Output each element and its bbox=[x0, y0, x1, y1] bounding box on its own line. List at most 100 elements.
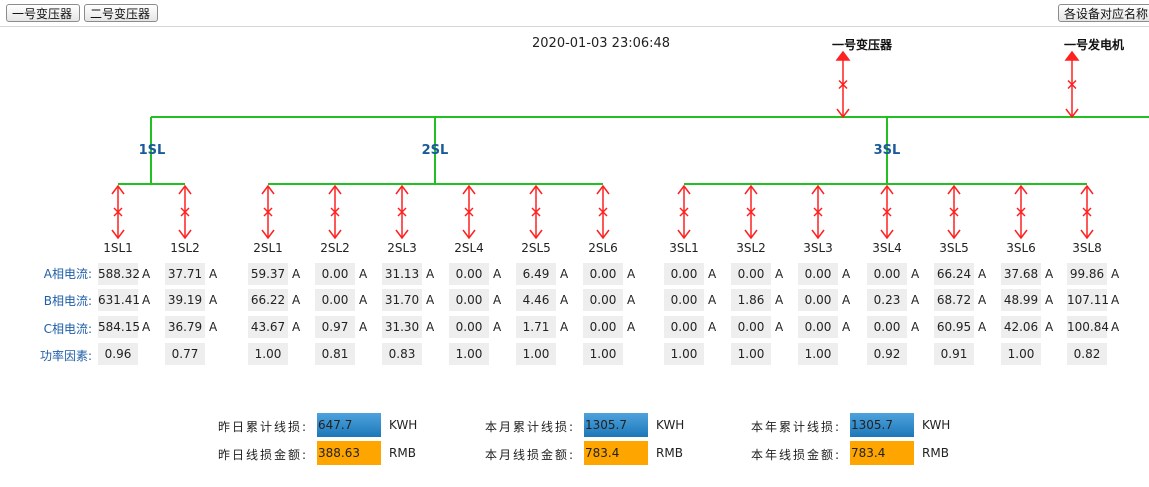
unit-3sl8-a: A bbox=[1111, 267, 1120, 281]
year-cost-unit: RMB bbox=[922, 446, 949, 460]
yesterday-cost-unit: RMB bbox=[389, 446, 416, 460]
cell-3sl8-a: 99.86 bbox=[1067, 263, 1107, 285]
cell-3sl1-pf: 1.00 bbox=[664, 343, 704, 365]
feeder-switch-3sl2[interactable] bbox=[744, 184, 758, 240]
device-names-button[interactable]: 各设备对应名称 bbox=[1058, 4, 1149, 22]
cell-2sl4-pf: 1.00 bbox=[449, 343, 489, 365]
cell-3sl2-pf: 1.00 bbox=[731, 343, 771, 365]
feeder-label-2sl1: 2SL1 bbox=[253, 241, 283, 255]
yesterday-loss-unit: KWH bbox=[389, 418, 418, 432]
cell-2sl5-a: 6.49 bbox=[516, 263, 556, 285]
cell-3sl8-pf: 0.82 bbox=[1067, 343, 1107, 365]
transformer-breaker-switch[interactable] bbox=[835, 50, 851, 119]
month-loss-label: 本月累计线损: bbox=[484, 420, 575, 434]
cell-3sl4-c: 0.00 bbox=[867, 316, 907, 338]
unit-1sl2-a: A bbox=[209, 267, 218, 281]
cell-3sl5-a: 66.24 bbox=[934, 263, 974, 285]
feeder-label-3sl2: 3SL2 bbox=[736, 241, 766, 255]
feeder-label-2sl4: 2SL4 bbox=[454, 241, 484, 255]
unit-2sl5-b: A bbox=[560, 293, 569, 307]
unit-3sl5-a: A bbox=[978, 267, 987, 281]
feeder-switch-2sl5[interactable] bbox=[529, 184, 543, 240]
yesterday-loss-value: 647.7 bbox=[317, 413, 381, 437]
cell-2sl2-b: 0.00 bbox=[315, 289, 355, 311]
cell-2sl3-b: 31.70 bbox=[382, 289, 422, 311]
feeder-switch-2sl2[interactable] bbox=[328, 184, 342, 240]
unit-3sl2-a: A bbox=[775, 267, 784, 281]
unit-2sl3-b: A bbox=[426, 293, 435, 307]
cell-3sl4-pf: 0.92 bbox=[867, 343, 907, 365]
yesterday-cost-label: 昨日线损金额: bbox=[217, 448, 308, 462]
cell-3sl2-a: 0.00 bbox=[731, 263, 771, 285]
feeder-switch-2sl3[interactable] bbox=[395, 184, 409, 240]
feeder-switch-3sl1[interactable] bbox=[677, 184, 691, 240]
unit-1sl2-c: A bbox=[209, 320, 218, 334]
feeder-label-3sl3: 3SL3 bbox=[803, 241, 833, 255]
cell-2sl3-c: 31.30 bbox=[382, 316, 422, 338]
cell-2sl1-pf: 1.00 bbox=[248, 343, 288, 365]
cell-3sl1-b: 0.00 bbox=[664, 289, 704, 311]
feeder-switch-1sl2[interactable] bbox=[178, 184, 192, 240]
unit-3sl1-c: A bbox=[708, 320, 717, 334]
feeder-switch-2sl1[interactable] bbox=[261, 184, 275, 240]
cell-2sl4-c: 0.00 bbox=[449, 316, 489, 338]
cell-2sl6-b: 0.00 bbox=[583, 289, 623, 311]
feeder-switch-3sl3[interactable] bbox=[811, 184, 825, 240]
unit-2sl6-b: A bbox=[627, 293, 636, 307]
feeder-switch-2sl6[interactable] bbox=[596, 184, 610, 240]
unit-2sl2-b: A bbox=[359, 293, 368, 307]
year-loss-label: 本年累计线损: bbox=[750, 420, 841, 434]
feeder-switch-2sl4[interactable] bbox=[462, 184, 476, 240]
unit-3sl8-b: A bbox=[1111, 293, 1120, 307]
cell-3sl2-b: 1.86 bbox=[731, 289, 771, 311]
unit-2sl1-c: A bbox=[292, 320, 301, 334]
tab-transformer-1[interactable]: 一号变压器 bbox=[6, 4, 80, 22]
cell-1sl1-c: 584.15 bbox=[98, 316, 140, 338]
month-loss-value: 1305.7 bbox=[584, 413, 648, 437]
feeder-label-3sl5: 3SL5 bbox=[939, 241, 969, 255]
cell-1sl1-pf: 0.96 bbox=[98, 343, 138, 365]
unit-2sl2-a: A bbox=[359, 267, 368, 281]
cell-3sl4-a: 0.00 bbox=[867, 263, 907, 285]
cell-2sl3-pf: 0.83 bbox=[382, 343, 422, 365]
unit-2sl1-b: A bbox=[292, 293, 301, 307]
feeder-label-1sl2: 1SL2 bbox=[170, 241, 200, 255]
cell-2sl5-c: 1.71 bbox=[516, 316, 556, 338]
unit-1sl1-c: A bbox=[142, 320, 151, 334]
cell-3sl3-c: 0.00 bbox=[798, 316, 838, 338]
unit-3sl6-a: A bbox=[1045, 267, 1054, 281]
generator-breaker-switch[interactable] bbox=[1064, 50, 1080, 119]
unit-3sl1-b: A bbox=[708, 293, 717, 307]
feeder-label-3sl4: 3SL4 bbox=[872, 241, 902, 255]
feeder-switch-1sl1[interactable] bbox=[111, 184, 125, 240]
cell-1sl1-b: 631.41 bbox=[98, 289, 140, 311]
feeder-label-3sl1: 3SL1 bbox=[669, 241, 699, 255]
feeder-switch-3sl4[interactable] bbox=[880, 184, 894, 240]
feeder-switch-3sl6[interactable] bbox=[1014, 184, 1028, 240]
cell-2sl6-c: 0.00 bbox=[583, 316, 623, 338]
cell-3sl5-c: 60.95 bbox=[934, 316, 974, 338]
feeder-label-1sl1: 1SL1 bbox=[103, 241, 133, 255]
cell-3sl4-b: 0.23 bbox=[867, 289, 907, 311]
unit-3sl6-c: A bbox=[1045, 320, 1054, 334]
cell-2sl4-a: 0.00 bbox=[449, 263, 489, 285]
source-label-transformer: 一号变压器 bbox=[832, 38, 893, 52]
year-cost-label: 本年线损金额: bbox=[750, 448, 841, 462]
cell-3sl6-c: 42.06 bbox=[1001, 316, 1041, 338]
unit-2sl1-a: A bbox=[292, 267, 301, 281]
unit-3sl3-a: A bbox=[842, 267, 851, 281]
feeder-switch-3sl8[interactable] bbox=[1080, 184, 1094, 240]
feeder-label-2sl2: 2SL2 bbox=[320, 241, 350, 255]
unit-2sl4-c: A bbox=[493, 320, 502, 334]
month-loss-unit: KWH bbox=[656, 418, 685, 432]
cell-2sl6-a: 0.00 bbox=[583, 263, 623, 285]
feeder-switch-3sl5[interactable] bbox=[947, 184, 961, 240]
cell-3sl5-pf: 0.91 bbox=[934, 343, 974, 365]
unit-2sl5-c: A bbox=[560, 320, 569, 334]
cell-2sl1-b: 66.22 bbox=[248, 289, 288, 311]
source-label-generator: 一号发电机 bbox=[1064, 38, 1125, 52]
bus-label-1sl: 1SL bbox=[138, 143, 166, 158]
tab-transformer-2[interactable]: 二号变压器 bbox=[84, 4, 158, 22]
year-loss-unit: KWH bbox=[922, 418, 951, 432]
cell-1sl1-a: 588.32 bbox=[98, 263, 140, 285]
